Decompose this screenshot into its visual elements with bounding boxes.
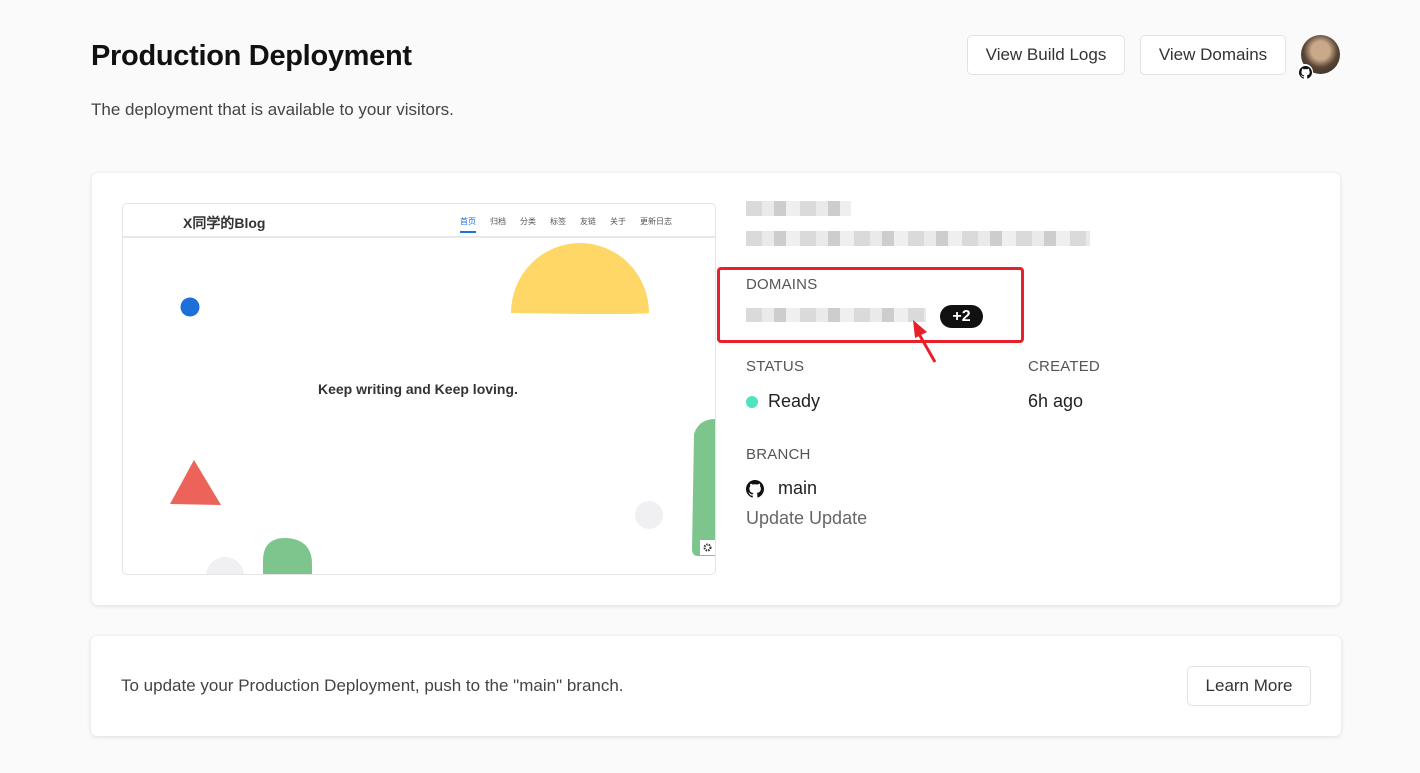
created-label: CREATED <box>1028 358 1100 375</box>
view-domains-button[interactable]: View Domains <box>1140 35 1286 75</box>
annotation-arrow-icon <box>913 320 937 363</box>
redacted-deployment-name <box>746 201 851 216</box>
branch-value[interactable]: main <box>778 478 817 499</box>
status-dot-icon <box>746 396 758 408</box>
view-build-logs-button[interactable]: View Build Logs <box>967 35 1125 75</box>
gray-circle-bottom <box>206 557 244 574</box>
branch-label: BRANCH <box>746 446 811 463</box>
status-value: Ready <box>768 391 821 411</box>
green-blob <box>263 537 312 574</box>
settings-box <box>700 540 715 555</box>
learn-more-button[interactable]: Learn More <box>1187 666 1311 706</box>
gray-circle <box>635 501 663 529</box>
yellow-semicircle <box>511 243 650 314</box>
red-triangle <box>170 460 221 505</box>
blue-circle <box>180 297 200 317</box>
created-value: 6h ago <box>1028 391 1084 411</box>
page-subtitle: The deployment that is available to your… <box>91 100 454 119</box>
redacted-deployment-url[interactable] <box>746 231 1090 246</box>
deployment-preview[interactable]: X同学的Blog 首页 归档 分类 标签 友链 关于 更新日志 Keep wri… <box>122 203 716 575</box>
info-text: To update your Production Deployment, pu… <box>121 676 624 695</box>
commit-message-link[interactable]: Update Update <box>746 508 867 529</box>
github-icon <box>1297 64 1313 80</box>
github-branch-icon <box>746 480 764 503</box>
page-title: Production Deployment <box>91 40 412 72</box>
green-bar <box>692 419 715 556</box>
status-label: STATUS <box>746 358 805 375</box>
preview-slogan: Keep writing and Keep loving. <box>318 381 518 397</box>
annotation-highlight-box <box>717 267 1024 343</box>
